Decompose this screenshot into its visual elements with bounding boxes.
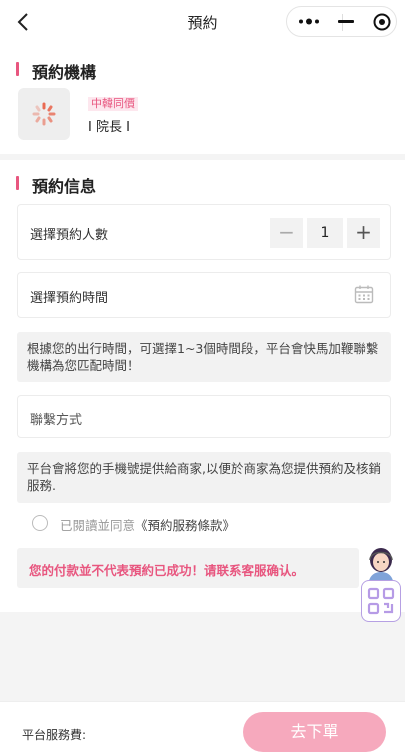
- submit-order-button[interactable]: 去下單: [243, 712, 386, 752]
- qr-code-button[interactable]: [361, 580, 401, 622]
- contact-row[interactable]: 聯繫方式: [17, 395, 391, 438]
- close-program-icon[interactable]: [373, 13, 391, 31]
- org-name: I 院長 I: [88, 120, 130, 135]
- time-note: 根據您的出行時間，可選擇1~3個時間段，平台會快馬加鞭聯繫機構為您匹配時間！: [17, 332, 391, 382]
- contact-input-label[interactable]: 聯繫方式: [30, 409, 82, 428]
- org-tag-badge: 中韓同價: [88, 97, 138, 111]
- agreement-radio[interactable]: [32, 515, 48, 531]
- org-image-placeholder: [18, 88, 70, 140]
- people-count-value[interactable]: 1: [307, 218, 343, 248]
- payment-warning: 您的付款並不代表預約已成功！请联系客服确认。: [17, 548, 359, 588]
- loading-spinner-icon: [32, 102, 56, 126]
- org-section-title: 預約機構: [16, 59, 96, 83]
- terms-link[interactable]: 《預約服務條款》: [135, 518, 235, 533]
- minimize-icon[interactable]: [338, 20, 354, 23]
- qr-code-icon: [367, 587, 395, 615]
- increment-button[interactable]: +: [347, 218, 380, 248]
- agreement-prefix: 已閱讀並同意: [60, 518, 136, 533]
- top-bar: 預約: [0, 0, 405, 44]
- agreement-text: 已閱讀並同意《預約服務條款》: [60, 515, 235, 534]
- people-count-stepper: − 1 +: [270, 218, 380, 248]
- more-icon[interactable]: [297, 7, 321, 36]
- time-select-label: 選擇預約時間: [30, 291, 109, 306]
- people-count-label: 選擇預約人數: [30, 228, 109, 243]
- decrement-button[interactable]: −: [270, 218, 303, 248]
- agreement-row: 已閱讀並同意《預約服務條款》: [32, 513, 372, 533]
- payment-warning-text: 您的付款並不代表預約已成功！请联系客服确认。: [29, 563, 305, 578]
- info-section-title: 預約信息: [16, 173, 96, 197]
- bottom-bar: 平台服務費: 去下單: [0, 701, 405, 756]
- mini-program-capsule: [286, 6, 397, 37]
- people-count-row: 選擇預約人數 − 1 +: [17, 204, 391, 260]
- contact-note: 平台會將您的手機號提供給商家,以便於商家為您提供預約及核銷服務.: [17, 452, 391, 503]
- service-fee-label: 平台服務費:: [22, 728, 87, 742]
- calendar-icon[interactable]: [354, 284, 374, 304]
- time-select-row[interactable]: 選擇預約時間: [17, 272, 391, 318]
